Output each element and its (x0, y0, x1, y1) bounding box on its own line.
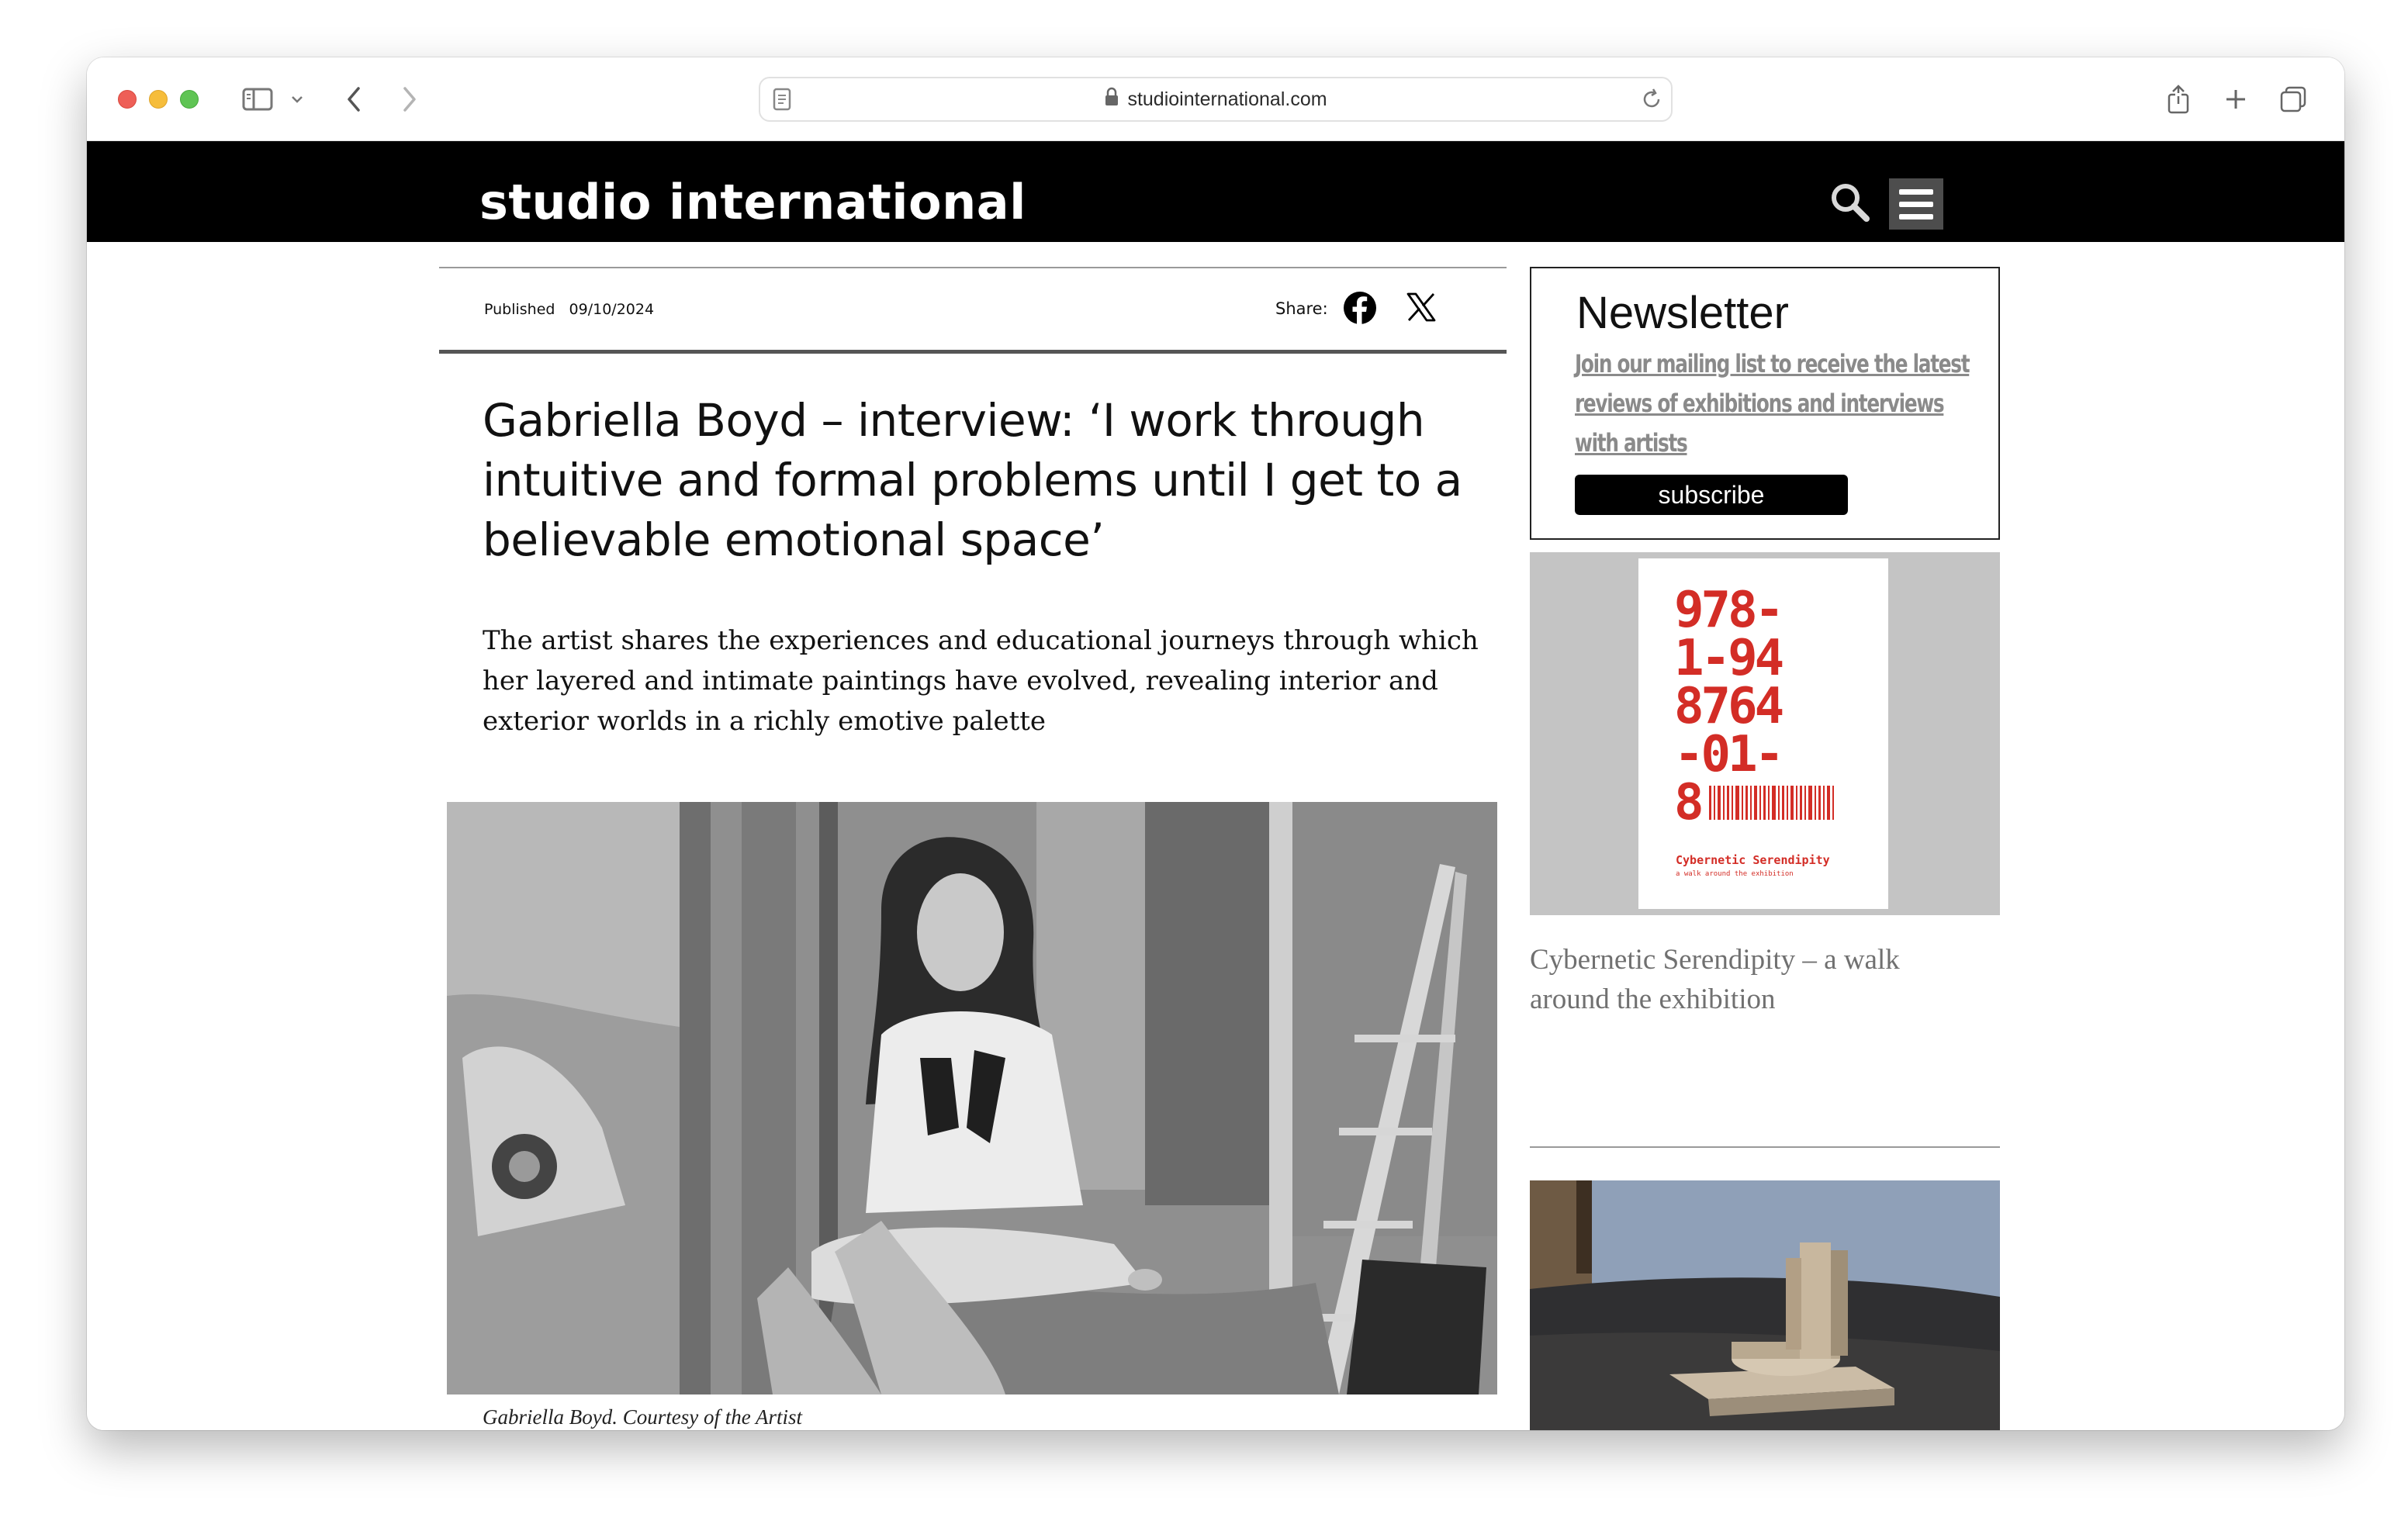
site-logo[interactable]: studio international (479, 174, 1026, 230)
book-code-line: 8 (1674, 774, 1704, 831)
back-icon[interactable] (338, 81, 369, 118)
newsletter-title: Newsletter (1576, 288, 1789, 338)
url-text: studiointernational.com (1127, 88, 1327, 110)
reload-icon[interactable] (1640, 88, 1663, 115)
book-code: 978- 1-94 8764 -01- 8 (1674, 582, 1860, 831)
menu-icon-bar (1899, 213, 1933, 219)
menu-icon-bar (1899, 201, 1933, 207)
barcode-graphic (1708, 786, 1834, 820)
share-label: Share: (1275, 299, 1328, 318)
book-code-line: 1-94 (1674, 630, 1784, 687)
close-window-button[interactable] (118, 90, 137, 109)
published-date: 09/10/2024 (569, 301, 655, 318)
new-tab-icon[interactable] (2220, 81, 2251, 118)
share-icon[interactable] (2163, 81, 2194, 118)
menu-icon-bar (1899, 188, 1933, 195)
sidebar-divider (1530, 1146, 2000, 1148)
book-code-line: 8764 (1674, 678, 1784, 735)
sidebar-card2-image[interactable] (1530, 1180, 2000, 1430)
forward-icon[interactable] (394, 81, 425, 118)
browser-window: studiointernational.com studio internati… (87, 57, 2344, 1430)
chevron-down-icon[interactable] (287, 81, 307, 118)
lock-icon (1104, 87, 1119, 112)
book-title: Cybernetic Serendipity (1676, 853, 1830, 867)
site-header: studio international (87, 141, 2344, 242)
book-code-line: 978- (1674, 582, 1784, 639)
book-subtitle: a walk around the exhibition (1676, 870, 1794, 878)
subscribe-button[interactable]: subscribe (1575, 475, 1848, 515)
search-icon[interactable] (1829, 181, 1873, 229)
article-meta-bar: Published 09/10/2024 Share: (439, 267, 1507, 354)
book-cover: 978- 1-94 8764 -01- 8 Cybernetic Serendi… (1638, 558, 1888, 909)
browser-toolbar: studiointernational.com (87, 57, 2344, 141)
menu-button[interactable] (1889, 178, 1943, 230)
maximize-window-button[interactable] (180, 90, 199, 109)
sidebar-toggle-icon[interactable] (239, 81, 276, 118)
published-label: Published (484, 301, 555, 318)
address-bar[interactable]: studiointernational.com (759, 77, 1673, 122)
newsletter-signup-link[interactable]: Join our mailing list to receive the lat… (1575, 344, 1988, 463)
url-display[interactable]: studiointernational.com (760, 78, 1671, 120)
article-main-photo (447, 802, 1497, 1394)
photo-caption: Gabriella Boyd. Courtesy of the Artist (483, 1405, 802, 1429)
book-code-line: -01- (1674, 726, 1784, 783)
article-standfirst: The artist shares the experiences and ed… (483, 625, 1479, 737)
published-line: Published 09/10/2024 (484, 301, 654, 318)
tab-overview-icon[interactable] (2276, 81, 2310, 118)
sidebar-card-image[interactable]: 978- 1-94 8764 -01- 8 Cybernetic Serendi… (1530, 552, 2000, 915)
facebook-icon[interactable] (1342, 290, 1378, 330)
page-content: studio international Published 09/10/202… (87, 141, 2344, 1430)
newsletter-box: Newsletter Join our mailing list to rece… (1530, 267, 2000, 540)
x-icon[interactable] (1406, 292, 1437, 327)
minimize-window-button[interactable] (149, 90, 168, 109)
sidebar-card-title[interactable]: Cybernetic Serendipity – a walk around t… (1530, 940, 1980, 1019)
article-headline: Gabriella Boyd – interview: ‘I work thro… (483, 394, 1462, 566)
